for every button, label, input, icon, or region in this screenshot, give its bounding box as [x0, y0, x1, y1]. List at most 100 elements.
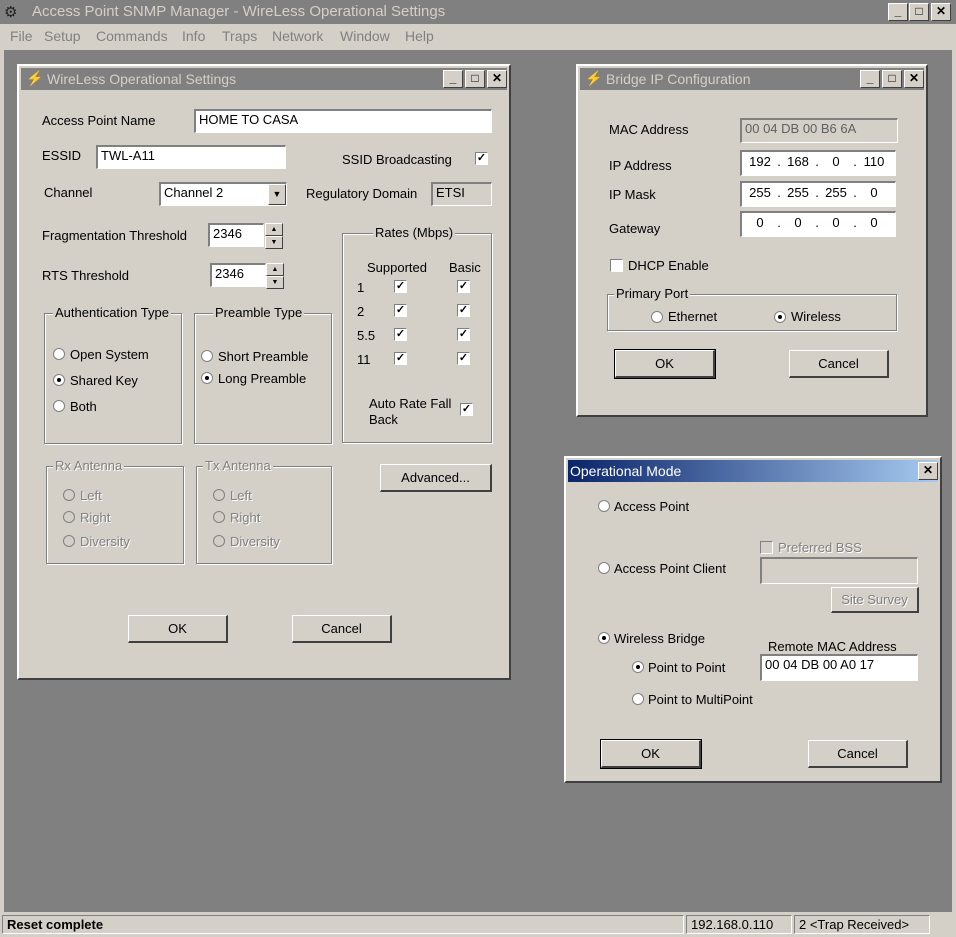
preamble-group: Preamble Type Short Preamble Long Preamb… [194, 305, 332, 444]
lightning-icon: ⚡ [26, 70, 44, 86]
wireless-cancel-button[interactable]: Cancel [292, 615, 392, 643]
gateway-octet: 0 [832, 215, 840, 230]
wireless-minimize-button[interactable]: _ [443, 70, 463, 88]
bridge-cancel-button[interactable]: Cancel [789, 350, 889, 378]
ip-octet: 192 [749, 154, 771, 169]
menu-file[interactable]: File [10, 28, 33, 44]
dhcp-enable-checkbox[interactable] [610, 259, 623, 272]
bridge-ok-button[interactable]: OK [614, 349, 716, 379]
regulatory-domain-label: Regulatory Domain [306, 186, 418, 201]
ap-name-input[interactable]: HOME TO CASA [194, 109, 492, 133]
ip-address-label: IP Address [609, 158, 672, 173]
advanced-button[interactable]: Advanced... [380, 464, 492, 492]
wireless-maximize-button[interactable]: □ [465, 70, 485, 88]
wireless-ok-button[interactable]: OK [128, 615, 228, 643]
ip-address-input[interactable]: 192 . 168 . 0 . 110 [740, 150, 896, 176]
channel-label: Channel [44, 185, 93, 200]
mode-access-point-radio[interactable] [598, 500, 610, 512]
menu-bar: File Setup Commands Info Traps Network W… [0, 24, 956, 48]
auth-both-radio[interactable] [53, 400, 65, 412]
auth-open-system-radio[interactable] [53, 348, 65, 360]
rate-1-supported-checkbox[interactable]: ✓ [394, 280, 407, 293]
minimize-button[interactable]: _ [888, 3, 908, 21]
rate-2-basic-checkbox[interactable]: ✓ [457, 304, 470, 317]
menu-traps[interactable]: Traps [222, 28, 257, 44]
bridge-p2p-radio[interactable] [632, 661, 644, 673]
auth-shared-key-radio[interactable] [53, 374, 65, 386]
preferred-bss-field [760, 557, 918, 584]
spin-down-icon[interactable]: ▼ [266, 276, 284, 289]
auto-rate-fallback-checkbox[interactable]: ✓ [460, 403, 473, 416]
channel-select[interactable]: Channel 2 ▼ [159, 182, 287, 206]
rate-5-5-basic-checkbox[interactable]: ✓ [457, 328, 470, 341]
rx-right-label: Right [80, 510, 111, 525]
essid-input[interactable]: TWL-A11 [96, 145, 286, 169]
maximize-button[interactable]: □ [909, 3, 929, 21]
opmode-cancel-button[interactable]: Cancel [808, 740, 908, 768]
preamble-long-radio[interactable] [201, 372, 213, 384]
port-ethernet-radio[interactable] [651, 311, 663, 323]
rate-11-basic-checkbox[interactable]: ✓ [457, 352, 470, 365]
mode-wireless-bridge-radio[interactable] [598, 632, 610, 644]
menu-commands[interactable]: Commands [96, 28, 168, 44]
rts-threshold-spinner[interactable]: ▲ ▼ [266, 263, 284, 289]
rate-1-basic-checkbox[interactable]: ✓ [457, 280, 470, 293]
gateway-octet: 0 [870, 215, 878, 230]
tx-diversity-radio[interactable] [213, 535, 225, 547]
bridge-p2mp-radio[interactable] [632, 693, 644, 705]
opmode-close-button[interactable]: ✕ [918, 462, 938, 480]
rate-5-5-supported-checkbox[interactable]: ✓ [394, 328, 407, 341]
dhcp-enable-label: DHCP Enable [628, 258, 709, 273]
bridge-minimize-button[interactable]: _ [860, 70, 880, 88]
gateway-input[interactable]: 0 . 0 . 0 . 0 [740, 211, 896, 237]
preferred-bss-label: Preferred BSS [778, 540, 862, 555]
ip-octet: 0 [832, 154, 840, 169]
rate-label: 2 [357, 304, 365, 319]
status-bar: Reset complete 192.168.0.110 2 <Trap Rec… [0, 913, 956, 937]
wireless-close-button[interactable]: ✕ [487, 70, 507, 88]
mode-ap-client-radio[interactable] [598, 562, 610, 574]
frag-threshold-label: Fragmentation Threshold [42, 228, 188, 243]
close-button[interactable]: ✕ [931, 3, 951, 21]
spin-up-icon[interactable]: ▲ [266, 263, 284, 276]
rx-right-radio[interactable] [63, 511, 75, 523]
site-survey-button[interactable]: Site Survey [831, 587, 919, 613]
menu-setup[interactable]: Setup [44, 28, 81, 44]
rate-2-supported-checkbox[interactable]: ✓ [394, 304, 407, 317]
rate-label: 11 [357, 352, 371, 367]
frag-threshold-spinner[interactable]: ▲ ▼ [265, 223, 283, 249]
wireless-window-title-bar: ⚡ WireLess Operational Settings _ □ ✕ [21, 68, 507, 90]
opmode-ok-button[interactable]: OK [600, 739, 702, 769]
preferred-bss-checkbox[interactable] [760, 541, 773, 554]
tx-left-radio[interactable] [213, 489, 225, 501]
bridge-window-title: Bridge IP Configuration [606, 71, 751, 87]
bridge-close-button[interactable]: ✕ [904, 70, 924, 88]
rates-basic-header: Basic [449, 260, 481, 275]
authentication-group: Authentication Type Open System Shared K… [44, 305, 182, 444]
regulatory-domain-field: ETSI [431, 182, 492, 206]
ip-mask-input[interactable]: 255 . 255 . 255 . 0 [740, 181, 896, 207]
channel-value: Channel 2 [164, 185, 224, 200]
frag-threshold-input[interactable]: 2346 [208, 223, 264, 247]
operational-mode-window: Operational Mode ✕ Access Point Preferre… [564, 456, 942, 783]
bridge-p2mp-label: Point to MultiPoint [648, 692, 753, 707]
preamble-short-radio[interactable] [201, 350, 213, 362]
menu-window[interactable]: Window [340, 28, 390, 44]
remote-mac-input[interactable]: 00 04 DB 00 A0 17 [760, 654, 918, 681]
menu-info[interactable]: Info [182, 28, 205, 44]
menu-network[interactable]: Network [272, 28, 323, 44]
rx-diversity-radio[interactable] [63, 535, 75, 547]
menu-help[interactable]: Help [405, 28, 434, 44]
rate-11-supported-checkbox[interactable]: ✓ [394, 352, 407, 365]
chevron-down-icon[interactable]: ▼ [268, 184, 286, 205]
auth-shared-key-label: Shared Key [70, 373, 138, 388]
port-wireless-radio[interactable] [774, 311, 786, 323]
auto-rate-fallback-label-1: Auto Rate Fall [369, 396, 452, 411]
rts-threshold-input[interactable]: 2346 [210, 263, 266, 287]
tx-right-radio[interactable] [213, 511, 225, 523]
ssid-broadcast-checkbox[interactable]: ✓ [475, 152, 488, 165]
rx-left-radio[interactable] [63, 489, 75, 501]
bridge-maximize-button[interactable]: □ [882, 70, 902, 88]
spin-up-icon[interactable]: ▲ [265, 223, 283, 236]
spin-down-icon[interactable]: ▼ [265, 236, 283, 249]
